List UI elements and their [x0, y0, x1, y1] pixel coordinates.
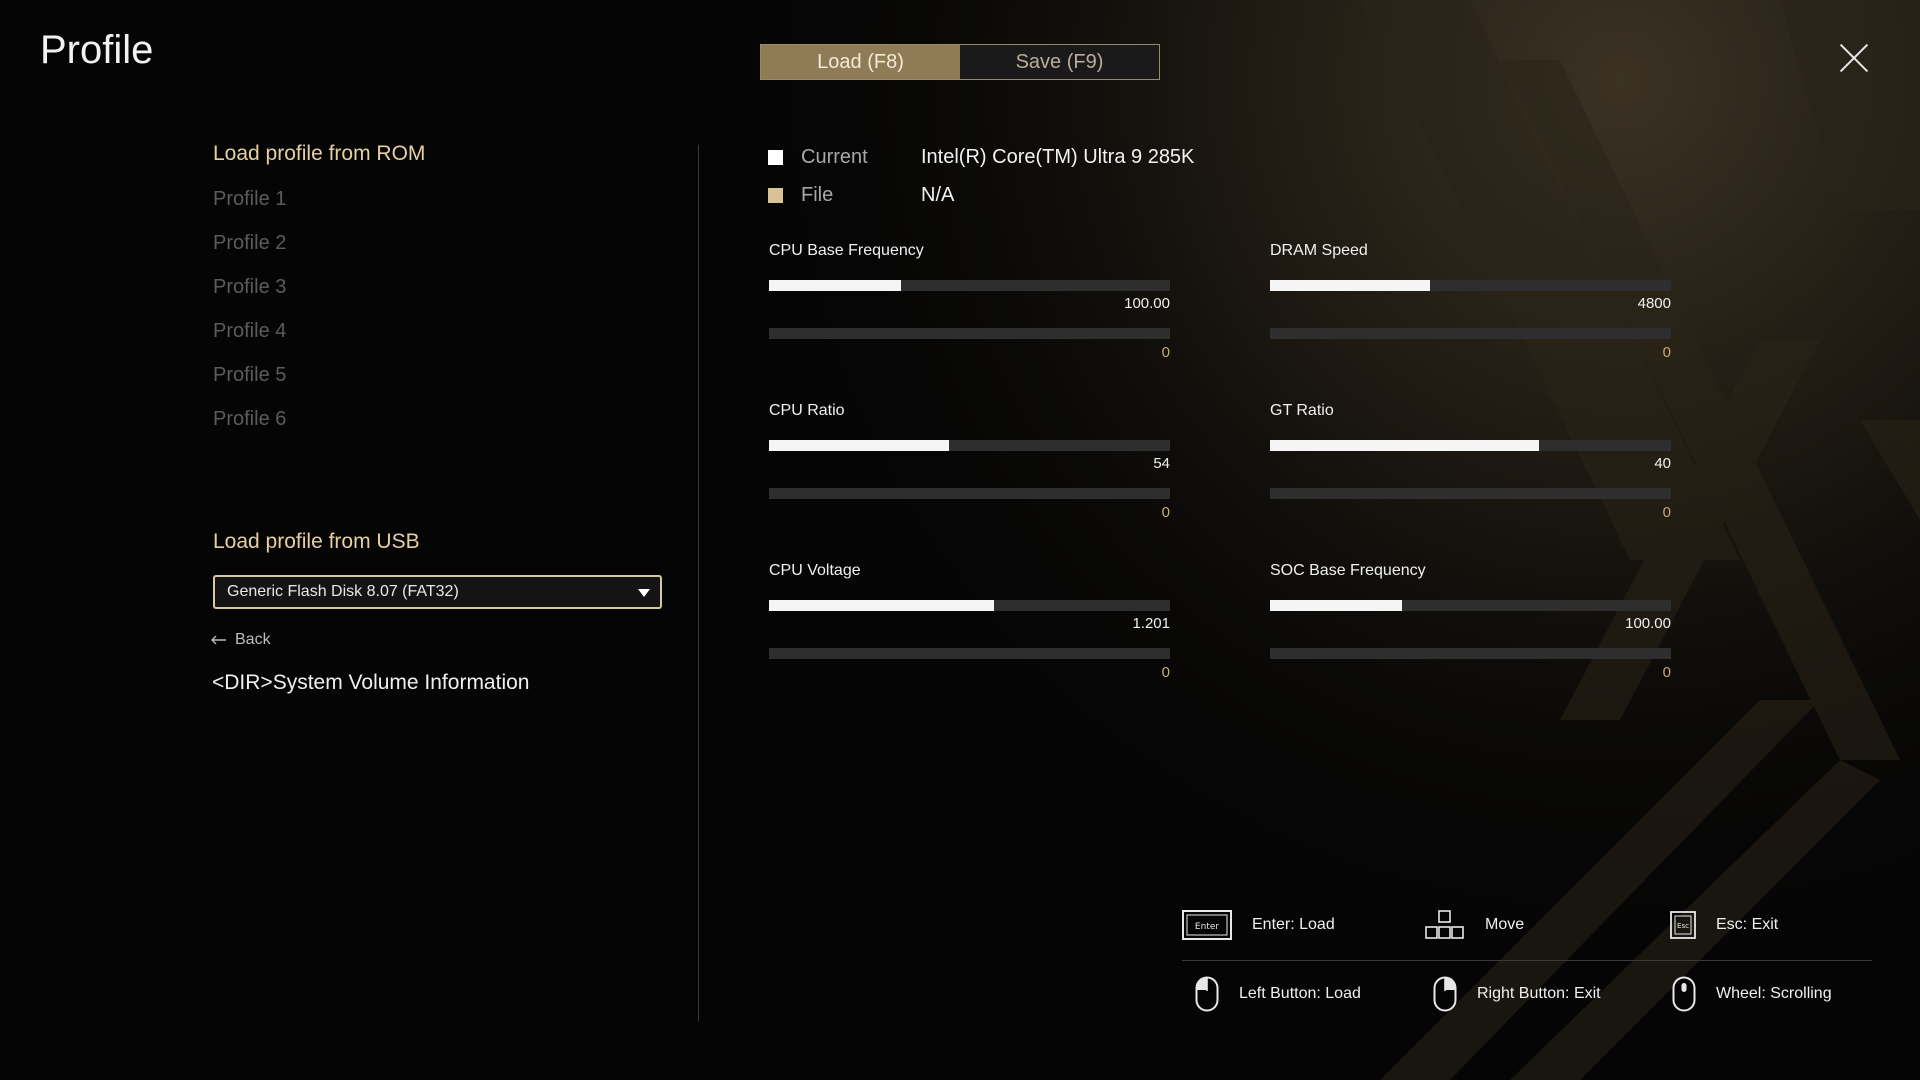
- mouse-left-icon: [1195, 976, 1219, 1012]
- hint-enter-load: Enter Enter: Load: [1182, 910, 1335, 940]
- file-swatch-icon: [768, 188, 783, 203]
- esc-key-icon: Esc: [1670, 911, 1696, 939]
- profile-item-6[interactable]: Profile 6: [213, 408, 286, 452]
- metric-cpu-ratio: CPU Ratio 54 0: [769, 402, 1170, 521]
- metric-label: GT Ratio: [1270, 402, 1334, 419]
- profile-item-3[interactable]: Profile 3: [213, 276, 286, 320]
- mouse-right-icon: [1433, 976, 1457, 1012]
- profile-item-2[interactable]: Profile 2: [213, 232, 286, 276]
- enter-key-icon: Enter: [1182, 910, 1232, 940]
- file-value-bar: [769, 328, 1170, 339]
- hint-label: Move: [1485, 916, 1525, 933]
- profile-item-1[interactable]: Profile 1: [213, 188, 286, 232]
- legend-file: File N/A: [768, 184, 954, 207]
- hint-label: Left Button: Load: [1239, 985, 1361, 1002]
- current-value: 54: [1153, 455, 1170, 472]
- svg-text:Enter: Enter: [1195, 922, 1219, 932]
- current-value: 100.00: [1625, 615, 1671, 632]
- page-title: Profile: [40, 28, 154, 72]
- chevron-down-icon: [638, 589, 650, 597]
- current-value-bar: [1270, 600, 1671, 611]
- file-value: 0: [1161, 344, 1170, 361]
- hint-esc-exit: Esc Esc: Exit: [1670, 910, 1778, 940]
- legend-file-label: File: [801, 184, 834, 206]
- usb-device-select[interactable]: Generic Flash Disk 8.07 (FAT32): [213, 575, 662, 609]
- metric-label: CPU Voltage: [769, 562, 861, 579]
- hint-label: Enter: Load: [1252, 916, 1335, 933]
- profile-item-4[interactable]: Profile 4: [213, 320, 286, 364]
- legend-current: Current Intel(R) Core(TM) Ultra 9 285K: [768, 146, 1194, 169]
- file-value-bar: [1270, 488, 1671, 499]
- file-value-bar: [1270, 328, 1671, 339]
- load-save-tabs: Load (F8) Save (F9): [760, 44, 1160, 80]
- svg-text:Esc: Esc: [1677, 922, 1689, 930]
- usb-dir-entry[interactable]: <DIR>System Volume Information: [212, 671, 529, 695]
- legend-current-value: Intel(R) Core(TM) Ultra 9 285K: [921, 146, 1195, 168]
- hint-move: Move: [1425, 910, 1524, 940]
- current-value: 100.00: [1124, 295, 1170, 312]
- current-value-bar: [769, 280, 1170, 291]
- rom-profile-list: Profile 1 Profile 2 Profile 3 Profile 4 …: [213, 188, 286, 452]
- close-icon[interactable]: [1838, 42, 1870, 74]
- current-value-bar: [1270, 280, 1671, 291]
- metric-label: SOC Base Frequency: [1270, 562, 1426, 579]
- hint-label: Right Button: Exit: [1477, 985, 1601, 1002]
- arrow-left-icon: [211, 635, 226, 645]
- legend-file-value: N/A: [921, 184, 955, 206]
- legend-current-label: Current: [801, 146, 868, 168]
- hint-right-button: Right Button: Exit: [1433, 976, 1601, 1012]
- rom-section-heading: Load profile from ROM: [213, 142, 426, 165]
- file-value: 0: [1161, 664, 1170, 681]
- mouse-wheel-icon: [1672, 976, 1696, 1012]
- file-value: 0: [1662, 344, 1671, 361]
- metric-cpu-base-frequency: CPU Base Frequency 100.00 0: [769, 242, 1170, 361]
- current-value: 4800: [1637, 295, 1671, 312]
- current-value-bar: [769, 600, 1170, 611]
- metric-dram-speed: DRAM Speed 4800 0: [1270, 242, 1671, 361]
- metric-gt-ratio: GT Ratio 40 0: [1270, 402, 1671, 521]
- metric-label: CPU Ratio: [769, 402, 845, 419]
- hint-wheel: Wheel: Scrolling: [1672, 976, 1832, 1012]
- usb-device-value: Generic Flash Disk 8.07 (FAT32): [227, 583, 459, 600]
- usb-section-heading: Load profile from USB: [213, 530, 420, 553]
- metric-cpu-voltage: CPU Voltage 1.201 0: [769, 562, 1170, 681]
- metric-label: CPU Base Frequency: [769, 242, 924, 259]
- file-value: 0: [1161, 504, 1170, 521]
- metric-soc-base-frequency: SOC Base Frequency 100.00 0: [1270, 562, 1671, 681]
- current-value-bar: [1270, 440, 1671, 451]
- current-swatch-icon: [768, 150, 783, 165]
- back-button[interactable]: Back: [211, 631, 271, 649]
- hint-label: Esc: Exit: [1716, 916, 1779, 933]
- current-value: 1.201: [1132, 615, 1170, 632]
- back-label: Back: [235, 631, 271, 648]
- tab-load[interactable]: Load (F8): [761, 45, 960, 79]
- column-divider: [698, 145, 699, 1021]
- current-value-bar: [769, 440, 1170, 451]
- file-value: 0: [1662, 504, 1671, 521]
- arrow-keys-icon: [1425, 910, 1464, 939]
- hint-left-button: Left Button: Load: [1195, 976, 1361, 1012]
- metric-label: DRAM Speed: [1270, 242, 1368, 259]
- profile-item-5[interactable]: Profile 5: [213, 364, 286, 408]
- hint-label: Wheel: Scrolling: [1716, 985, 1832, 1002]
- file-value-bar: [769, 488, 1170, 499]
- file-value-bar: [769, 648, 1170, 659]
- hint-divider: [1182, 960, 1872, 961]
- file-value: 0: [1662, 664, 1671, 681]
- tab-save[interactable]: Save (F9): [960, 45, 1159, 79]
- file-value-bar: [1270, 648, 1671, 659]
- current-value: 40: [1654, 455, 1671, 472]
